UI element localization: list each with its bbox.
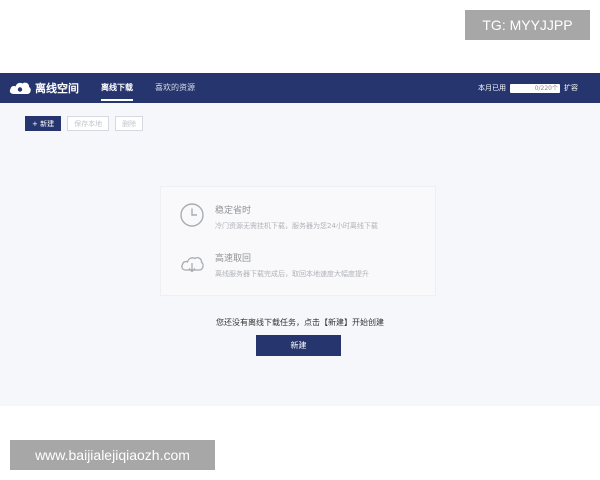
feature-title: 高速取回 [215, 254, 252, 264]
features-card: 稳定省时 冷门资源无需挂机下载，服务器为您24小时离线下载 高速取回 离线服务器… [160, 186, 436, 296]
offline-space-app: 离线空间 离线下载 喜欢的资源 本月已用 0/220个 扩容 + 新建 保存本地… [0, 73, 600, 406]
quota-value: 0/220个 [510, 83, 560, 93]
watermark-top: TG: MYYJJPP [465, 10, 590, 40]
feature-stable: 稳定省时 冷门资源无需挂机下载，服务器为您24小时离线下载 [179, 202, 378, 231]
save-local-button[interactable]: 保存本地 [67, 116, 110, 131]
tab-offline-download[interactable]: 离线下载 [101, 73, 133, 103]
watermark-bottom: www.baijialejiqiaozh.com [10, 440, 215, 470]
brand: 离线空间 [8, 78, 79, 98]
delete-button[interactable]: 删除 [115, 116, 144, 131]
new-task-main-button[interactable]: 新建 [256, 335, 341, 356]
feature-title: 稳定省时 [215, 206, 252, 216]
cloud-icon [9, 82, 31, 94]
expand-link[interactable]: 扩容 [564, 83, 578, 93]
tab-favorite-resources[interactable]: 喜欢的资源 [155, 73, 195, 103]
brand-title: 离线空间 [35, 82, 79, 95]
top-navigation-bar: 离线空间 离线下载 喜欢的资源 本月已用 0/220个 扩容 [0, 73, 600, 103]
quota-label: 本月已用 [478, 84, 506, 92]
cloud-download-icon [181, 257, 204, 273]
feature-description: 冷门资源无需挂机下载，服务器为您24小时离线下载 [215, 222, 378, 230]
quota-indicator: 本月已用 0/220个 扩容 [478, 82, 578, 94]
empty-state-message: 您还没有离线下载任务，点击【新建】开始创建 [216, 318, 384, 327]
feature-description: 离线服务器下载完成后，取回本地速度大幅度提升 [215, 270, 369, 278]
feature-fast: 高速取回 离线服务器下载完成后，取回本地速度大幅度提升 [179, 250, 369, 279]
clock-icon [180, 203, 204, 227]
new-task-button[interactable]: + 新建 [25, 116, 62, 131]
toolbar: + 新建 保存本地 删除 [25, 116, 144, 131]
